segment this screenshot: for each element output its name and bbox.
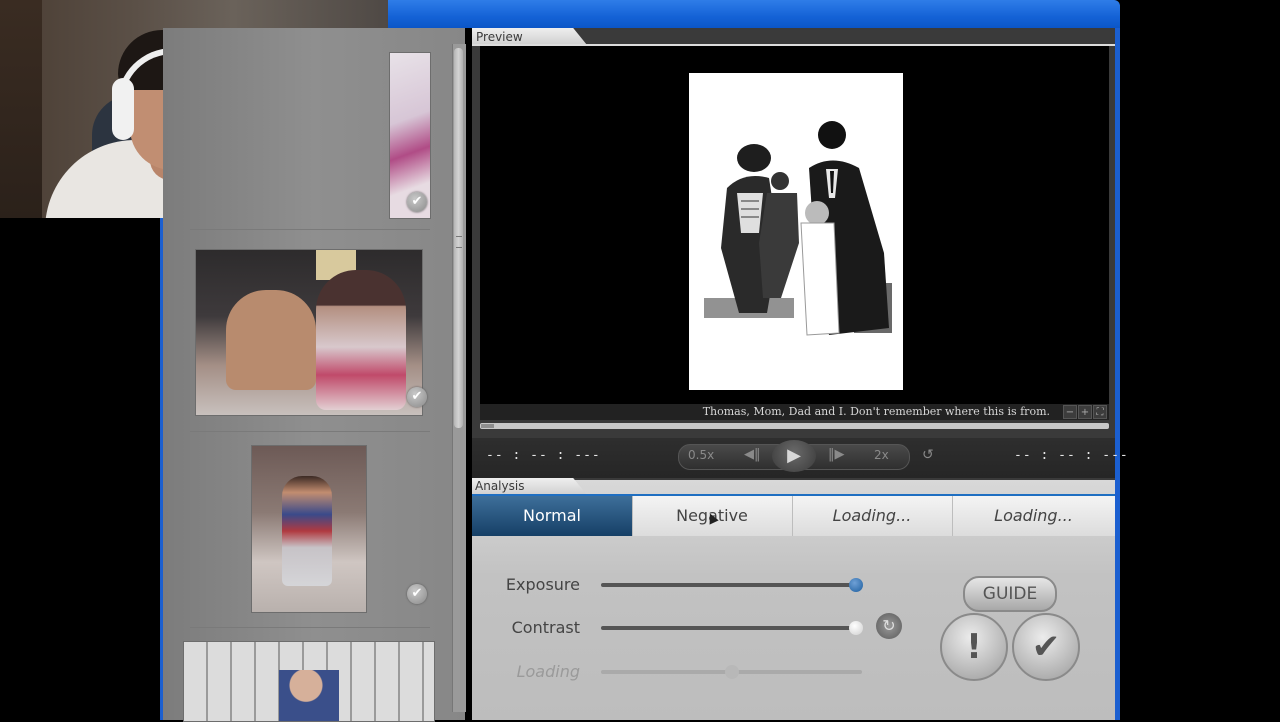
contrast-slider[interactable] xyxy=(601,626,859,630)
guide-button[interactable]: GUIDE xyxy=(963,576,1057,612)
thumbnail-photo-2[interactable] xyxy=(195,249,423,416)
photo-man xyxy=(226,290,316,390)
caption-controls: − + ⛶ xyxy=(1063,405,1107,419)
thumbnail-photo-3[interactable] xyxy=(251,445,367,613)
reset-icon[interactable]: ↻ xyxy=(876,613,902,639)
zoom-in-icon[interactable]: + xyxy=(1078,405,1092,419)
report-issue-button[interactable]: ! xyxy=(940,613,1008,681)
loading-slider-label: Loading xyxy=(516,662,580,681)
elapsed-time: -- : -- : --- xyxy=(486,448,601,463)
analysis-tab-label: Analysis xyxy=(475,479,525,493)
thumbnail-check-3[interactable]: ✔ xyxy=(407,584,427,604)
confirm-button[interactable]: ✔ xyxy=(1012,613,1080,681)
analysis-mode-bar: Normal Negative Loading... Loading... xyxy=(472,494,1115,536)
check-icon: ✔ xyxy=(411,194,423,209)
seek-bar[interactable] xyxy=(480,423,1109,429)
thumbnail-divider xyxy=(190,627,430,628)
thumbnail-divider xyxy=(190,229,430,230)
mode-loading-tab[interactable]: Loading... xyxy=(952,496,1115,536)
loop-icon[interactable]: ↺ xyxy=(922,447,934,463)
thumbnail-divider xyxy=(190,431,430,432)
speed-double-button[interactable]: 2x xyxy=(874,448,889,462)
check-icon: ✔ xyxy=(411,389,423,404)
exposure-slider[interactable] xyxy=(601,583,859,587)
window-border-right xyxy=(1115,28,1120,720)
thumbnail-check-2[interactable]: ✔ xyxy=(407,387,427,407)
contrast-label: Contrast xyxy=(511,618,580,637)
total-time: -- : -- : --- xyxy=(1014,448,1129,463)
webcam-door xyxy=(0,0,42,218)
seek-bar-progress xyxy=(481,424,494,428)
headphone-left xyxy=(112,78,134,140)
play-icon[interactable]: ▶ xyxy=(772,440,816,472)
preview-photo-figures xyxy=(704,121,892,336)
window-titlebar[interactable] xyxy=(388,0,1120,28)
photo-caption: Thomas, Mom, Dad and I. Don't remember w… xyxy=(702,405,1050,418)
speed-half-button[interactable]: 0.5x xyxy=(688,448,714,462)
photo-baby xyxy=(279,670,339,721)
preview-tab-label: Preview xyxy=(476,30,523,44)
photo-child xyxy=(282,476,332,586)
exposure-slider-handle[interactable] xyxy=(849,578,863,592)
mode-normal-tab[interactable]: Normal xyxy=(472,496,633,536)
step-forward-icon[interactable]: ‖▶ xyxy=(828,447,845,462)
scrollbar-grip-icon xyxy=(456,236,462,248)
exposure-label: Exposure xyxy=(505,575,580,594)
preview-negative-photo xyxy=(689,73,903,390)
photo-woman xyxy=(316,270,406,410)
thumbnail-check-1[interactable]: ✔ xyxy=(407,192,427,212)
mode-loading-tab[interactable]: Loading... xyxy=(792,496,953,536)
loading-slider-handle xyxy=(725,665,739,679)
fullscreen-icon[interactable]: ⛶ xyxy=(1093,405,1107,419)
check-icon: ✔ xyxy=(411,586,423,601)
contrast-slider-handle[interactable] xyxy=(849,621,863,635)
step-back-icon[interactable]: ◀‖ xyxy=(744,447,761,462)
zoom-out-icon[interactable]: − xyxy=(1063,405,1077,419)
thumbnail-photo-4[interactable] xyxy=(183,641,435,722)
